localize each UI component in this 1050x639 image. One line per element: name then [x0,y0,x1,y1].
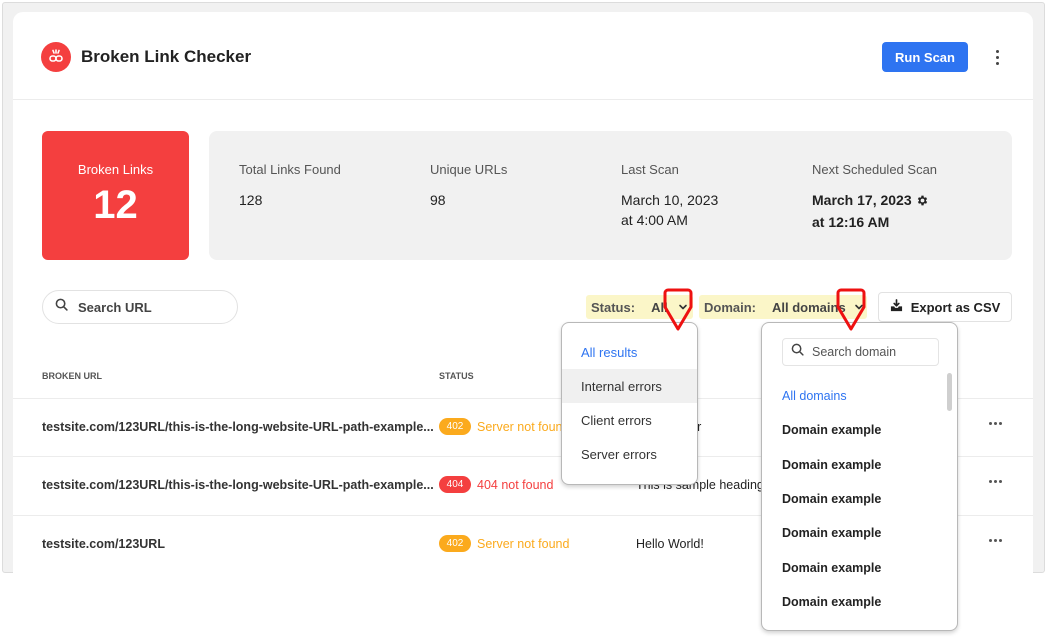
status-option-server-errors[interactable]: Server errors [562,437,697,471]
search-icon [791,343,804,361]
status-option-client-errors[interactable]: Client errors [562,403,697,437]
domain-option[interactable]: Domain example [762,550,957,584]
status-text: 404 not found [477,477,554,492]
gear-icon[interactable] [916,192,929,212]
header: Broken Link Checker Run Scan [13,12,1033,100]
stat-value: 98 [430,192,446,208]
last-scan-date: March 10, 2023 [621,192,719,208]
status-code-badge: 404 [439,476,471,493]
run-scan-button[interactable]: Run Scan [882,42,968,72]
stat-unique-urls: Unique URLs 98 [430,162,507,210]
broken-links-card: Broken Links 12 [42,131,189,260]
broken-url[interactable]: testsite.com/123URL/this-is-the-long-web… [42,478,434,492]
domain-filter-label: Domain: [704,299,756,315]
broken-links-label: Broken Links [77,162,154,177]
stat-next-scan: Next Scheduled Scan March 17, 2023 at 12… [812,162,937,232]
export-csv-label: Export as CSV [910,299,1001,315]
source-page: Hello World! [636,537,704,551]
search-domain-field[interactable] [782,338,939,366]
search-url-input[interactable] [78,299,218,315]
row-more-icon[interactable] [989,480,1002,483]
domain-option-all[interactable]: All domains [762,379,957,413]
status-filter-label: Status: [591,299,636,315]
status-text: Server not found [477,536,570,551]
broken-url[interactable]: testsite.com/123URL/this-is-the-long-web… [42,420,434,434]
domain-option[interactable]: Domain example [762,413,957,447]
broken-link-icon [41,42,71,72]
callout-marker-icon [663,288,693,331]
broken-links-count: 12 [93,183,138,227]
stat-label: Next Scheduled Scan [812,162,938,177]
domain-dropdown-menu: All domains Domain example Domain exampl… [761,322,958,631]
status-text: Server not found [477,419,570,434]
broken-url[interactable]: testsite.com/123URL [42,537,165,551]
column-header-status[interactable]: STATUS [439,371,474,381]
domain-option[interactable]: Domain example [762,516,957,550]
stat-value: 128 [239,192,263,208]
row-more-icon[interactable] [989,539,1002,542]
status-option-all-results[interactable]: All results [562,335,697,369]
stat-label: Total Links Found [239,162,341,177]
kebab-menu-icon[interactable] [989,47,1005,67]
domain-option-list: All domains Domain example Domain exampl… [762,379,957,619]
search-domain-input[interactable] [812,345,932,359]
status-cell: 404 404 not found [439,476,553,493]
status-cell: 402 Server not found [439,418,569,435]
domain-option[interactable]: Domain example [762,482,957,516]
domain-option[interactable]: Domain example [762,585,957,619]
column-header-url[interactable]: BROKEN URL [42,371,102,381]
next-scan-date: March 17, 2023 [812,192,912,208]
stat-total-links: Total Links Found 128 [239,162,341,210]
download-icon [890,299,903,315]
export-csv-button[interactable]: Export as CSV [878,292,1012,322]
search-icon [55,298,68,316]
stat-last-scan: Last Scan March 10, 2023 at 4:00 AM [621,162,718,230]
callout-marker-icon [836,288,866,331]
status-dropdown-menu: All results Internal errors Client error… [561,322,698,485]
domain-option[interactable]: Domain example [762,448,957,482]
stat-value: March 17, 2023 at 12:16 AM [812,190,937,232]
next-scan-time: at 12:16 AM [812,214,890,230]
stat-label: Last Scan [621,162,679,177]
status-code-badge: 402 [439,418,471,435]
status-cell: 402 Server not found [439,535,569,552]
stat-value: March 10, 2023 at 4:00 AM [621,190,718,230]
app-title: Broken Link Checker [81,47,252,66]
last-scan-time: at 4:00 AM [621,212,688,228]
status-code-badge: 402 [439,535,471,552]
stat-label: Unique URLs [430,162,508,177]
row-more-icon[interactable] [989,422,1002,425]
status-option-internal-errors[interactable]: Internal errors [562,369,697,403]
search-url-field[interactable] [42,290,238,324]
scan-stats-panel: Total Links Found 128 Unique URLs 98 Las… [209,131,1012,260]
